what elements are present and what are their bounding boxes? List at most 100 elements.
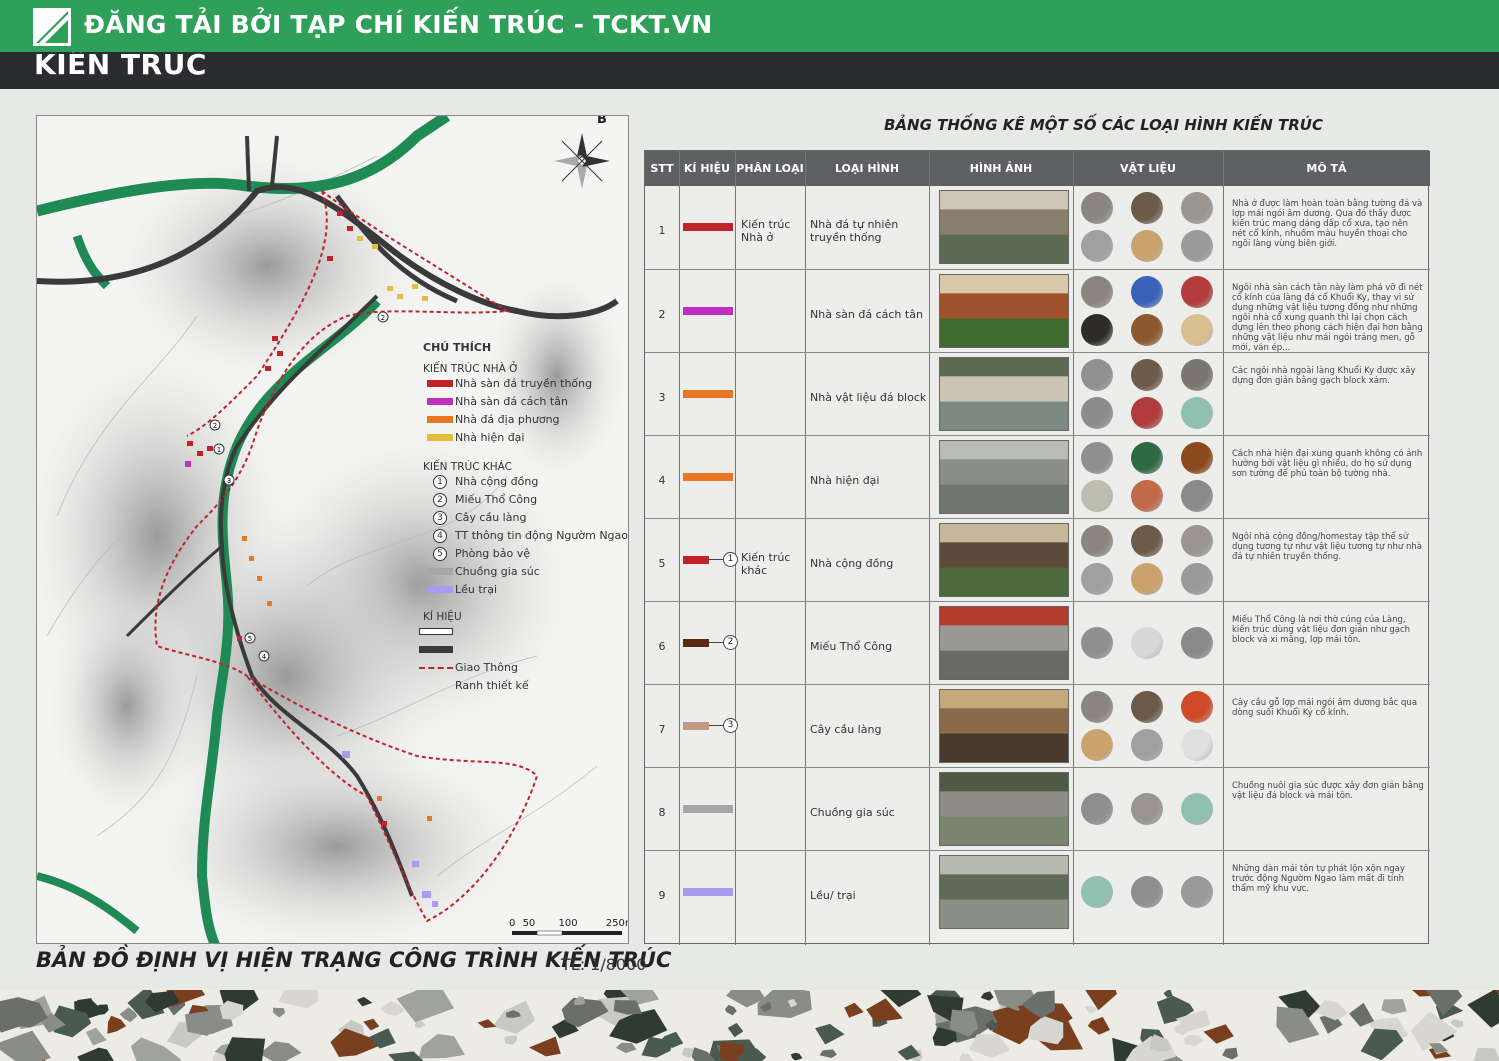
map-scale: TL: 1/8000 [561, 955, 647, 974]
symbol-swatch [683, 390, 733, 398]
row-type: Nhà vật liệu đá block [810, 391, 927, 404]
svg-text:3: 3 [227, 477, 231, 485]
symbol-swatch: 1 [683, 552, 738, 567]
building-photo [939, 523, 1069, 597]
symbol-swatch [683, 307, 733, 315]
row-type: Chuồng gia súc [810, 806, 895, 819]
material-swatch [1131, 442, 1163, 474]
row-description: Cây cầu gỗ lợp mái ngói âm dương bắc qua… [1232, 698, 1418, 718]
banner-text: ĐĂNG TẢI BỞI TẠP CHÍ KIẾN TRÚC - TCKT.VN [84, 10, 713, 39]
legend-item: 5 Phòng bảo vệ [423, 545, 628, 563]
row-type: Nhà cộng đồng [810, 557, 894, 570]
material-swatch [1081, 276, 1113, 308]
material-swatch [1131, 563, 1163, 595]
building-photo [939, 606, 1069, 680]
table-row: 9 Lều/ trại Những dàn mái tôn tự phát lộn … [645, 850, 1430, 933]
building-photo [939, 357, 1069, 431]
table-row: 1 Kiến trúc Nhà ở Nhà đá tự nhiên truyền t… [645, 186, 1430, 269]
material-swatch [1081, 480, 1113, 512]
legend-item: Nhà hiện đại [423, 429, 628, 447]
col-image: HÌNH ẢNH [969, 162, 1033, 175]
legend-item: 4 TT thông tin động Ngườm Ngao [423, 527, 628, 545]
row-type: Nhà sàn đá cách tân [810, 308, 923, 321]
legend-heading: CHÚ THÍCH [423, 341, 492, 354]
row-type: Nhà hiện đại [810, 474, 880, 487]
material-swatch [1181, 793, 1213, 825]
material-swatch [1181, 397, 1213, 429]
material-swatch [1181, 314, 1213, 346]
material-swatch [1181, 691, 1213, 723]
material-swatch [1081, 525, 1113, 557]
col-type: LOẠI HÌNH [834, 162, 900, 175]
material-swatch [1131, 691, 1163, 723]
legend-item: Chuồng gia súc [423, 563, 628, 581]
material-swatch [1081, 563, 1113, 595]
terrazzo-footer [0, 990, 1499, 1061]
building-photo [939, 689, 1069, 763]
table-header: STT KÍ HIỆU PHÂN LOẠI LOẠI HÌNH HÌNH ẢNH… [645, 151, 1430, 186]
table-row: 7 3 Cây cầu làng Cây cầu gỗ lợp mái ngói âm… [645, 684, 1430, 767]
material-swatch [1081, 793, 1113, 825]
material-swatch [1181, 563, 1213, 595]
row-type: Miếu Thổ Công [810, 640, 893, 653]
symbol-swatch: 3 [683, 718, 738, 733]
row-description: Ngôi nhà sàn cách tân này làm phá vỡ đi … [1232, 283, 1423, 353]
section-title: KIẾN TRÚC [34, 52, 207, 81]
row-category: Kiến trúc khác [741, 551, 791, 577]
legend-road-white [419, 623, 628, 641]
material-swatch [1181, 729, 1213, 761]
row-description: Nhà ở được làm hoàn toàn bằng tường đá v… [1232, 199, 1423, 249]
row-description: Miếu Thổ Công là nơi thờ cúng của Làng, … [1232, 615, 1411, 645]
material-swatch [1181, 480, 1213, 512]
material-swatch [1081, 442, 1113, 474]
svg-text:2: 2 [381, 314, 385, 322]
table-row: 2 Nhà sàn đá cách tân Ngôi nhà sàn cách tâ… [645, 269, 1430, 353]
material-swatch [1081, 192, 1113, 224]
row-number: 4 [658, 474, 666, 487]
material-swatch [1131, 525, 1163, 557]
scale-0: 0 [509, 918, 516, 929]
row-type: Cây cầu làng [810, 723, 882, 736]
symbol-number: 1 [723, 552, 738, 567]
site-banner: ĐĂNG TẢI BỞI TẠP CHÍ KIẾN TRÚC - TCKT.VN [0, 0, 1499, 52]
material-swatch [1131, 276, 1163, 308]
material-swatch [1131, 397, 1163, 429]
material-swatch [1131, 793, 1163, 825]
north-label: B [597, 115, 607, 127]
material-swatch [1081, 876, 1113, 908]
material-swatch [1131, 480, 1163, 512]
row-number: 9 [658, 889, 666, 902]
building-photo [939, 772, 1069, 846]
row-description: Chuồng nuôi gia súc được xây đơn giản bằ… [1232, 781, 1424, 801]
material-swatch [1181, 442, 1213, 474]
row-number: 6 [658, 640, 666, 653]
material-swatch [1131, 359, 1163, 391]
material-swatch [1181, 525, 1213, 557]
material-swatch [1081, 691, 1113, 723]
row-number: 1 [658, 224, 666, 237]
row-description: Cách nhà hiện đại xung quanh không có ản… [1232, 449, 1423, 479]
row-type: Nhà đá tự nhiên truyền thống [810, 218, 899, 244]
site-map: 2 1 3 2 5 4 B 0 50 100 250m CHÚ TH [36, 115, 629, 944]
material-swatch [1081, 359, 1113, 391]
material-swatch [1131, 876, 1163, 908]
legend-item: Giao Thông [419, 659, 628, 677]
material-swatch [1081, 627, 1113, 659]
legend-item: 3 Cây cầu làng [423, 509, 628, 527]
tckt-logo-icon [33, 8, 71, 46]
row-description: Ngôi nhà cộng đồng/homestay tập thể sử d… [1232, 532, 1422, 562]
symbol-number: 2 [723, 635, 738, 650]
symbol-swatch: 2 [683, 635, 738, 650]
col-symbol: KÍ HIỆU [683, 162, 731, 175]
svg-text:5: 5 [248, 635, 252, 643]
row-number: 8 [658, 806, 666, 819]
col-stt: STT [650, 162, 674, 175]
map-legend: CHÚ THÍCH KIẾN TRÚC NHÀ Ở Nhà sàn đá tru… [419, 341, 628, 695]
table-row: 8 Chuồng gia súc Chuồng nuôi gia súc được … [645, 767, 1430, 850]
table-row: 3 Nhà vật liệu đá block Các ngôi nhà ngoài… [645, 352, 1430, 435]
material-swatch [1131, 314, 1163, 346]
symbol-swatch [683, 473, 733, 481]
legend-item: Ranh thiết kế [455, 679, 529, 692]
col-category: PHÂN LOẠI [736, 162, 804, 175]
material-swatch [1131, 729, 1163, 761]
